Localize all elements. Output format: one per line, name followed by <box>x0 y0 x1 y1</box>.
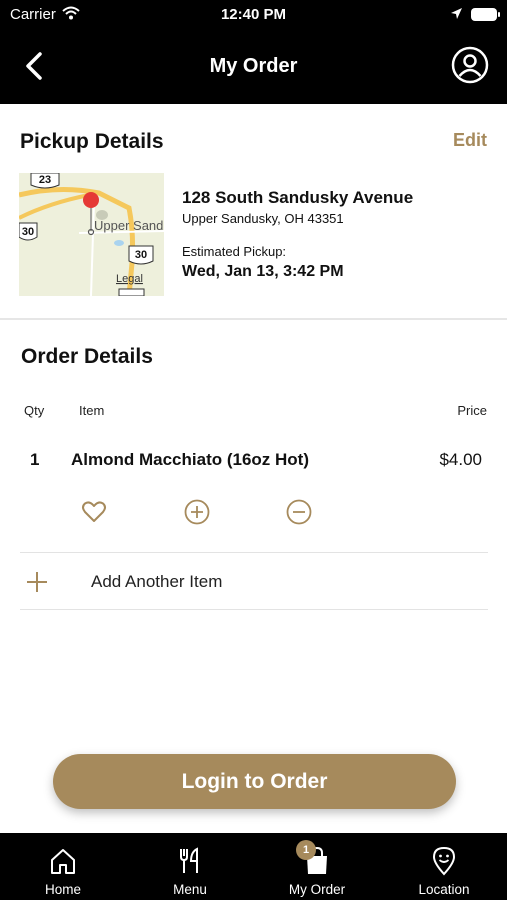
plus-icon <box>25 570 49 594</box>
item-column-header: Item <box>79 403 105 418</box>
plus-circle-icon[interactable] <box>184 499 210 525</box>
edit-pickup-link[interactable]: Edit <box>453 130 487 151</box>
tab-my-order-label: My Order <box>288 882 346 897</box>
pickup-details-heading: Pickup Details <box>20 130 164 153</box>
tab-bar: Home Menu My Order Location <box>0 833 507 900</box>
status-bar: Carrier 12:40 PM <box>0 0 507 28</box>
fork-knife-icon <box>175 846 205 876</box>
login-to-order-button[interactable]: Login to Order <box>53 754 456 809</box>
nav-bar: My Order <box>0 28 507 104</box>
home-icon <box>48 846 78 876</box>
price-column-header: Price <box>457 403 487 418</box>
tab-my-order[interactable]: My Order <box>254 833 380 900</box>
order-item-price: $4.00 <box>439 450 482 469</box>
map-label-30-right: 30 <box>135 249 147 261</box>
cart-count-badge: 1 <box>296 840 316 860</box>
tab-home[interactable]: Home <box>0 833 126 900</box>
tab-home-label: Home <box>44 882 81 897</box>
add-another-item-row[interactable]: Add Another Item <box>20 556 488 608</box>
profile-icon[interactable] <box>451 46 489 84</box>
address-city: Upper Sandusky, OH 43351 <box>182 211 344 226</box>
tab-menu[interactable]: Menu <box>127 833 253 900</box>
estimated-pickup-time: Wed, Jan 13, 3:42 PM <box>182 263 344 280</box>
address-street: 128 South Sandusky Avenue <box>182 188 414 207</box>
item-divider <box>20 552 488 553</box>
battery-icon <box>471 8 500 21</box>
estimated-pickup-label: Estimated Pickup: <box>182 244 287 259</box>
map-legal-link[interactable]: Legal <box>116 273 143 285</box>
heart-icon[interactable] <box>81 499 107 525</box>
map-label-town: Upper Sand <box>94 218 163 233</box>
map-label-30-left: 30 <box>22 226 34 238</box>
order-item-name: Almond Macchiato (16oz Hot) <box>71 450 310 469</box>
minus-circle-icon[interactable] <box>286 499 312 525</box>
add-another-item-label: Add Another Item <box>91 572 223 591</box>
location-pin-icon <box>429 846 459 876</box>
add-item-divider <box>20 609 488 610</box>
tab-menu-label: Menu <box>173 882 207 897</box>
page-title: My Order <box>209 55 298 77</box>
order-item-qty: 1 <box>30 450 40 469</box>
map-label-23: 23 <box>39 174 51 186</box>
pickup-map[interactable]: 23 30 Upper Sand 30 Legal <box>19 173 164 296</box>
location-arrow-icon <box>450 7 463 25</box>
status-time: 12:40 PM <box>220 6 287 23</box>
pickup-address-block: 128 South Sandusky Avenue Upper Sandusky… <box>182 188 482 281</box>
qty-column-header: Qty <box>24 403 45 418</box>
tab-location[interactable]: Location <box>381 833 507 900</box>
order-details-heading: Order Details <box>21 345 153 368</box>
section-divider <box>0 318 507 320</box>
tab-location-label: Location <box>418 882 470 897</box>
